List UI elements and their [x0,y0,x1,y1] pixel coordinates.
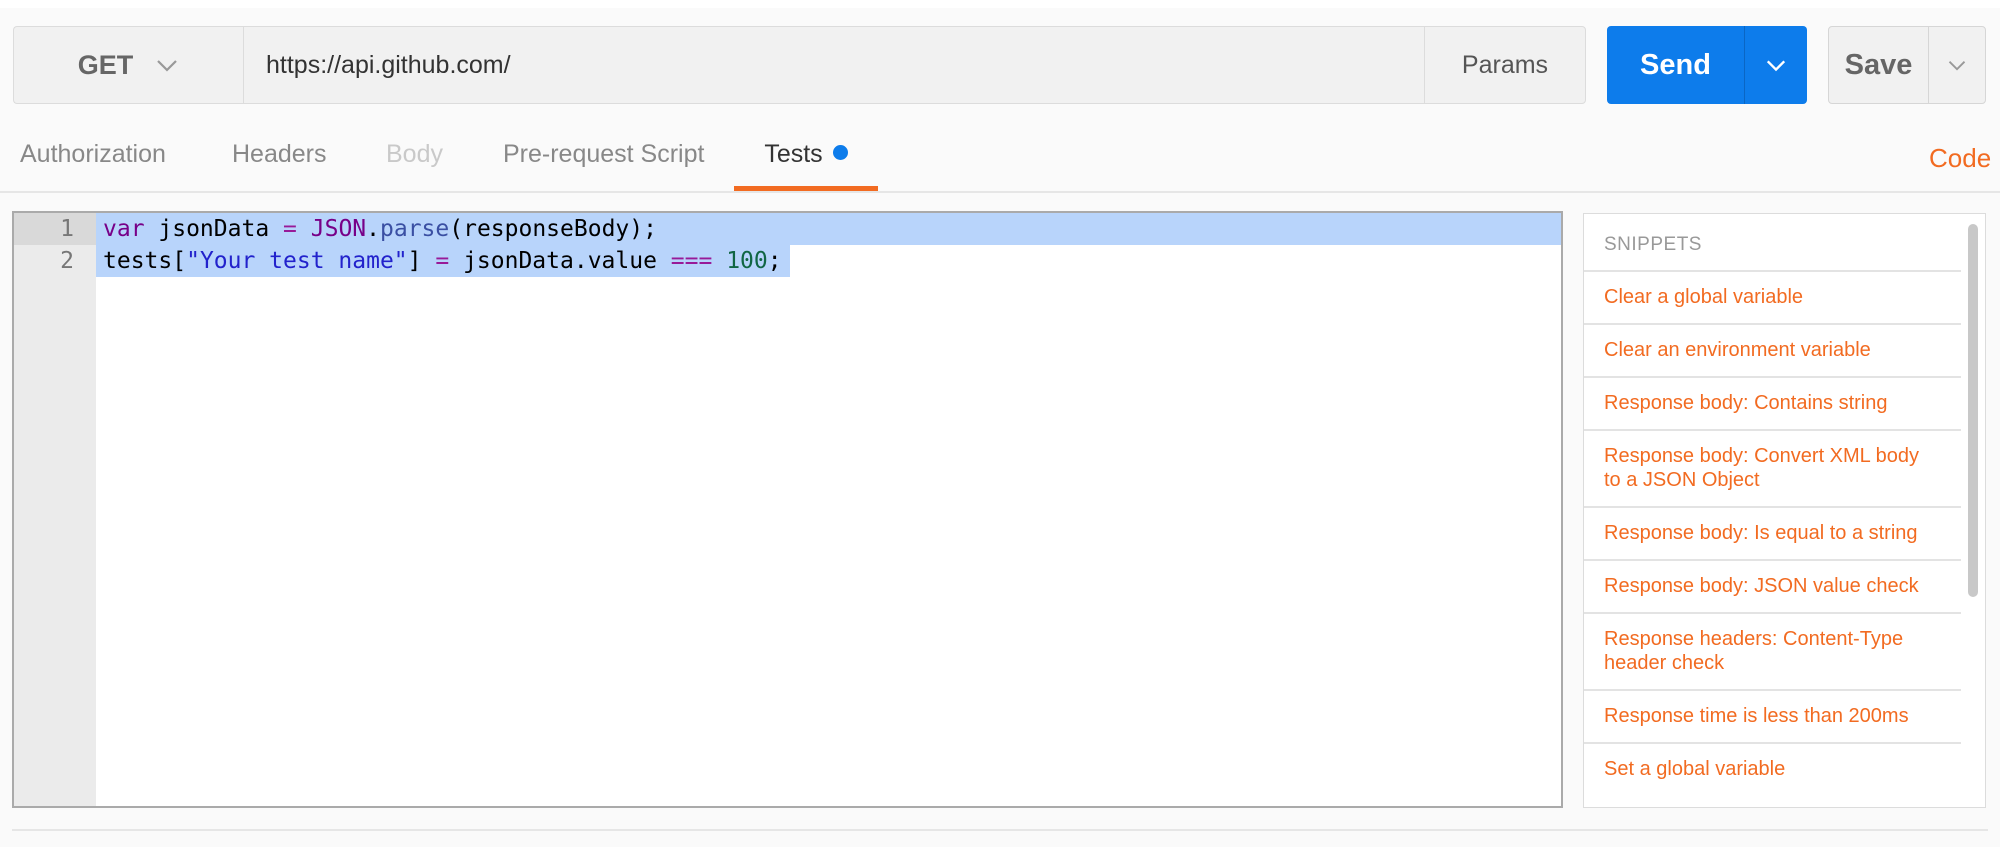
dot-icon [832,145,848,160]
code-text: tests["Your test name"] = jsonData.value… [103,248,782,274]
params-label: Params [1461,50,1549,79]
tab-label: Authorization [20,140,166,168]
snippet-item[interactable]: Response body: Contains string [1584,376,1961,429]
line-number-gutter [14,213,96,806]
tab-label: Tests [764,140,823,168]
code-link[interactable]: Code [1929,143,1991,174]
code-line[interactable]: var jsonData = JSON.parse(responseBody); [96,213,1561,245]
request-tabs: Authorization Headers Body Pre-request S… [0,125,2000,193]
save-dropdown-button[interactable] [1928,27,1985,103]
code-line[interactable]: tests["Your test name"] = jsonData.value… [96,245,790,277]
chevron-down-icon [1766,60,1786,72]
divider [12,829,1988,831]
code-editor[interactable]: 1 2 var jsonData = JSON.parse(responseBo… [12,211,1563,808]
snippet-item[interactable]: Response body: Convert XML body to a JSO… [1584,429,1961,506]
tab-headers[interactable]: Headers [232,125,327,191]
snippet-item[interactable]: Response body: Is equal to a string [1584,506,1961,559]
params-button[interactable]: Params [1424,26,1586,104]
tab-tests[interactable]: Tests [734,125,878,191]
method-select[interactable]: GET [13,26,243,104]
tab-label: Pre-request Script [503,140,705,168]
snippet-item[interactable]: Clear an environment variable [1584,323,1961,376]
tab-body[interactable]: Body [386,125,443,191]
code-text: var jsonData = JSON.parse(responseBody); [103,216,657,242]
url-input[interactable]: https://api.github.com/ [243,26,1425,104]
line-number: 1 [14,213,96,245]
send-button-group: Send [1607,26,1807,104]
snippet-item[interactable]: Response body: JSON value check [1584,559,1961,612]
snippets-list: Clear a global variable Clear an environ… [1584,270,1961,795]
method-label: GET [77,49,134,80]
line-number: 2 [60,248,74,274]
tab-label: Body [386,140,443,168]
snippets-panel: SNIPPETS Clear a global variable Clear a… [1583,213,1986,808]
send-button[interactable]: Send [1607,26,1744,104]
chevron-down-icon [1948,61,1966,71]
send-dropdown-button[interactable] [1744,26,1807,104]
snippet-item[interactable]: Response time is less than 200ms [1584,689,1961,742]
snippet-item[interactable]: Response headers: Content-Type header ch… [1584,612,1961,689]
snippet-item[interactable]: Clear a global variable [1584,270,1961,323]
tab-pre-request-script[interactable]: Pre-request Script [503,125,704,191]
url-value: https://api.github.com/ [266,50,511,79]
snippets-title: SNIPPETS [1604,234,1702,255]
top-band [0,0,2000,8]
snippet-item[interactable]: Set a global variable [1584,742,1961,795]
tab-label: Headers [232,140,327,168]
chevron-down-icon [157,60,178,72]
snippets-scrollbar[interactable] [1968,224,1978,597]
save-button-group: Save [1828,26,1986,104]
save-button[interactable]: Save [1829,27,1928,103]
tab-authorization[interactable]: Authorization [20,125,166,191]
